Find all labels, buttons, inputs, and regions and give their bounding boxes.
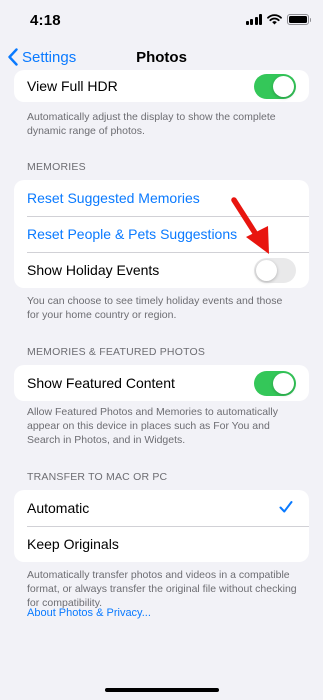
hdr-label: View Full HDR — [27, 78, 118, 94]
battery-icon — [287, 14, 311, 25]
featured-content-row: Show Featured Content — [14, 365, 309, 401]
status-icons — [245, 14, 311, 25]
transfer-option-keep-originals-label: Keep Originals — [27, 536, 119, 552]
holiday-events-label: Show Holiday Events — [27, 262, 160, 278]
reset-suggested-memories-link[interactable]: Reset Suggested Memories — [27, 190, 200, 206]
hdr-group: View Full HDR — [14, 70, 309, 102]
hdr-footer: Automatically adjust the display to show… — [27, 111, 276, 137]
hdr-toggle[interactable] — [254, 74, 296, 99]
transfer-option-automatic[interactable]: Automatic — [14, 490, 309, 526]
about-photos-privacy-link[interactable]: About Photos & Privacy... — [27, 607, 151, 619]
featured-content-toggle[interactable] — [254, 371, 296, 396]
checkmark-icon — [279, 501, 293, 513]
memories-header: MEMORIES — [27, 161, 86, 173]
status-bar: 4:18 — [0, 0, 323, 40]
transfer-option-keep-originals[interactable]: Keep Originals — [14, 526, 309, 562]
reset-people-pets-link[interactable]: Reset People & Pets Suggestions — [27, 226, 237, 242]
home-indicator[interactable] — [105, 688, 219, 692]
transfer-group: Automatic Keep Originals — [14, 490, 309, 562]
holiday-events-toggle[interactable] — [254, 258, 296, 283]
memories-footer: You can choose to see timely holiday eve… — [27, 295, 283, 321]
featured-content-label: Show Featured Content — [27, 375, 175, 391]
featured-header: MEMORIES & FEATURED PHOTOS — [27, 346, 206, 358]
red-arrow-annotation — [231, 197, 269, 254]
transfer-header: TRANSFER TO MAC OR PC — [27, 471, 168, 483]
wifi-icon — [267, 14, 282, 25]
transfer-option-automatic-label: Automatic — [27, 500, 90, 516]
page-title: Photos — [136, 49, 187, 66]
cellular-signal-icon — [245, 14, 262, 25]
status-time: 4:18 — [30, 12, 61, 29]
featured-footer: Allow Featured Photos and Memories to au… — [27, 406, 278, 446]
featured-group: Show Featured Content — [14, 365, 309, 401]
transfer-footer: Automatically transfer photos and videos… — [27, 569, 297, 609]
hdr-row: View Full HDR — [14, 70, 309, 102]
